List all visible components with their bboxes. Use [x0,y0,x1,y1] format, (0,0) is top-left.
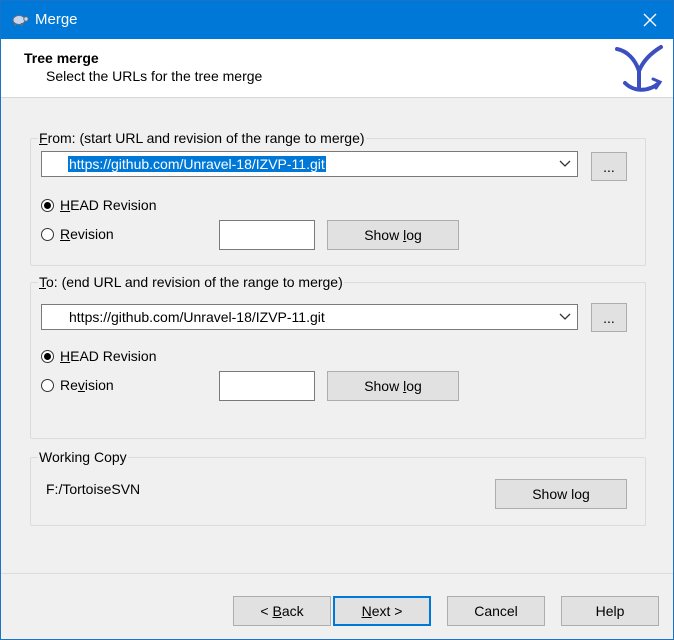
merge-dialog: Merge Tree merge Select the URLs for the… [0,0,674,640]
close-icon [643,13,657,27]
from-head-revision-radio[interactable]: HEAD Revision [41,197,157,213]
back-label: < Back [260,603,304,619]
radio-unchecked [41,378,54,392]
merge-logo-icon [613,43,665,95]
window-title: Merge [35,11,78,28]
chevron-down-icon[interactable] [559,313,571,321]
tortoise-icon [11,11,29,27]
cancel-button[interactable]: Cancel [447,596,545,626]
footer-divider [1,573,673,574]
working-copy-label: Working Copy [38,449,128,465]
radio-checked [41,349,54,363]
back-button[interactable]: < Back [233,596,331,626]
from-browse-label: ... [603,158,615,175]
from-revision-label: Revision [60,226,114,242]
to-group-label: To: (end URL and revision of the range t… [38,274,344,290]
from-url-combobox[interactable]: https://github.com/Unravel-18/IZVP-11.gi… [41,151,578,177]
chevron-down-icon[interactable] [559,160,571,168]
to-url-combobox[interactable]: https://github.com/Unravel-18/IZVP-11.gi… [41,304,578,330]
from-browse-button[interactable]: ... [591,152,627,181]
page-subtitle: Select the URLs for the tree merge [46,68,263,84]
from-group-label: From: (start URL and revision of the ran… [38,130,366,146]
from-show-log-label: Show log [364,227,422,243]
page-title: Tree merge [24,50,99,66]
to-show-log-label: Show log [364,378,422,394]
working-copy-show-log-label: Show log [532,486,590,502]
working-copy-show-log-button[interactable]: Show log [495,479,627,509]
cancel-label: Cancel [474,603,518,619]
help-button[interactable]: Help [561,596,659,626]
from-url-value: https://github.com/Unravel-18/IZVP-11.gi… [68,156,326,172]
to-head-revision-radio[interactable]: HEAD Revision [41,348,157,364]
close-button[interactable] [627,1,673,39]
title-bar[interactable]: Merge [1,1,673,39]
to-url-value: https://github.com/Unravel-18/IZVP-11.gi… [69,309,325,325]
from-head-revision-label: HEAD Revision [60,197,157,213]
working-copy-path: F:/TortoiseSVN [46,481,141,497]
wizard-header: Tree merge Select the URLs for the tree … [1,39,673,98]
next-button[interactable]: Next > [333,596,431,626]
to-show-log-button[interactable]: Show log [327,371,459,401]
from-revision-radio[interactable]: Revision [41,226,114,242]
from-revision-input[interactable] [219,220,315,250]
to-head-revision-label: HEAD Revision [60,348,157,364]
to-browse-label: ... [603,309,615,326]
help-label: Help [595,603,625,619]
radio-unchecked [41,227,54,241]
to-revision-radio[interactable]: Revision [41,377,114,393]
next-label: Next > [361,603,403,619]
radio-checked [41,198,54,212]
to-browse-button[interactable]: ... [591,303,627,332]
to-revision-label: Revision [60,377,114,393]
to-revision-input[interactable] [219,371,315,401]
from-show-log-button[interactable]: Show log [327,220,459,250]
